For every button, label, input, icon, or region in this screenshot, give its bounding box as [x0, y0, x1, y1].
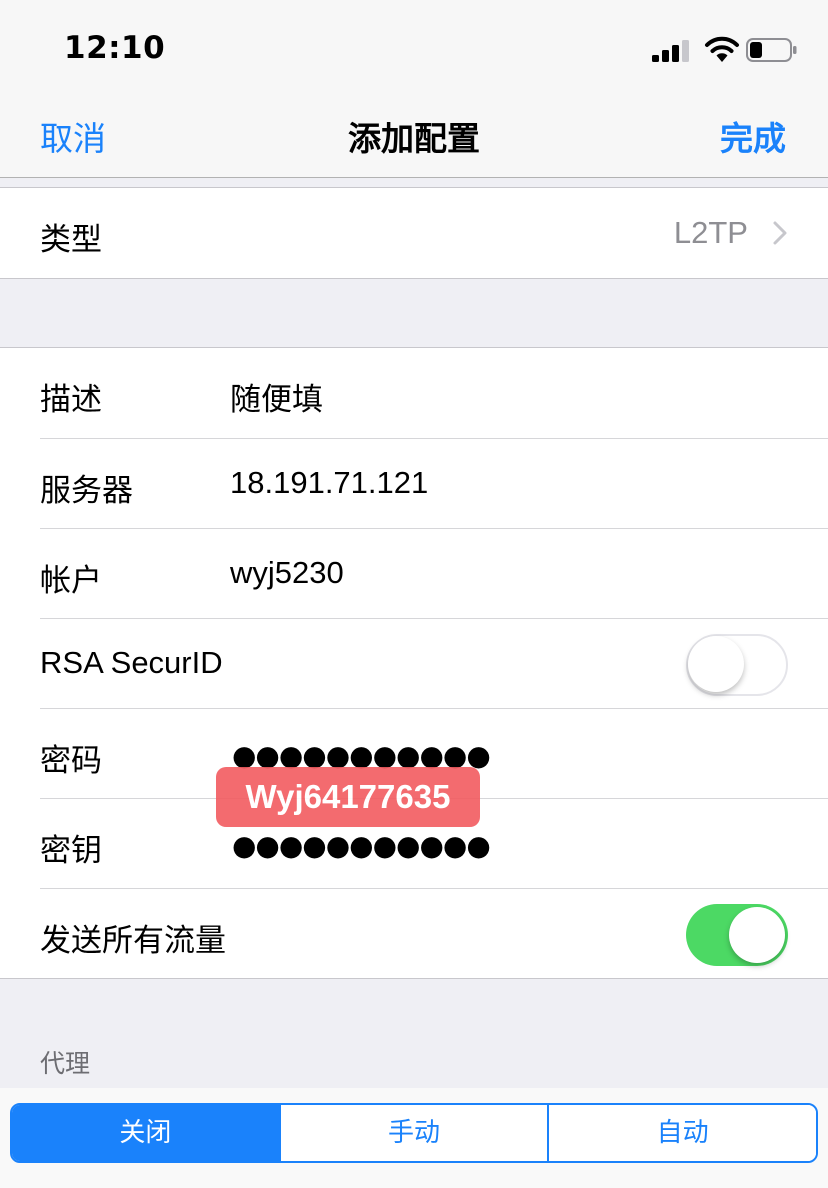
rsa-securid-label: RSA SecurID	[40, 645, 223, 680]
toggle-knob	[688, 636, 744, 692]
secret-label: 密钥	[40, 833, 102, 868]
type-row[interactable]: 类型 L2TP	[40, 188, 828, 278]
proxy-option-auto[interactable]: 自动	[547, 1105, 816, 1161]
proxy-section-header: 代理	[40, 1049, 91, 1078]
send-all-traffic-toggle[interactable]	[686, 904, 788, 966]
password-label: 密码	[40, 743, 102, 778]
server-field[interactable]: 18.191.71.121	[230, 465, 428, 501]
description-field[interactable]: 随便填	[230, 374, 323, 419]
description-label: 描述	[40, 382, 102, 417]
rsa-securid-toggle[interactable]	[686, 634, 788, 696]
password-watermark-overlay: Wyj64177635	[216, 767, 480, 827]
status-time: 12:10	[64, 30, 166, 66]
server-label: 服务器	[40, 473, 133, 508]
proxy-option-manual[interactable]: 手动	[278, 1105, 548, 1161]
server-row[interactable]: 服务器 18.191.71.121	[40, 438, 828, 528]
toggle-knob	[729, 907, 785, 963]
type-value: L2TP	[673, 215, 748, 250]
cellular-signal-icon	[652, 40, 690, 62]
proxy-segmented-control: 关闭 手动 自动	[10, 1103, 818, 1163]
send-all-traffic-label: 发送所有流量	[40, 923, 226, 958]
account-label: 帐户	[40, 563, 102, 598]
page-title: 添加配置	[348, 119, 480, 158]
proxy-option-off[interactable]: 关闭	[12, 1105, 279, 1161]
wifi-icon	[705, 36, 739, 62]
chevron-right-icon	[773, 221, 787, 245]
rsa-securid-row: RSA SecurID	[40, 618, 828, 708]
config-group: 描述 随便填 服务器 18.191.71.121 帐户 wyj5230 RSA …	[0, 347, 828, 979]
status-bar: 12:10	[0, 0, 828, 92]
secret-field[interactable]: ●●●●●●●●●●●	[232, 829, 491, 862]
done-button[interactable]: 完成	[720, 112, 786, 160]
account-field[interactable]: wyj5230	[230, 555, 344, 591]
send-all-traffic-row: 发送所有流量	[40, 888, 828, 978]
type-label: 类型	[40, 222, 102, 257]
battery-icon	[746, 38, 797, 62]
navigation-bar: 取消 添加配置 完成	[0, 92, 828, 178]
account-row[interactable]: 帐户 wyj5230	[40, 528, 828, 618]
description-row[interactable]: 描述 随便填	[40, 348, 828, 438]
type-group: 类型 L2TP	[0, 187, 828, 279]
